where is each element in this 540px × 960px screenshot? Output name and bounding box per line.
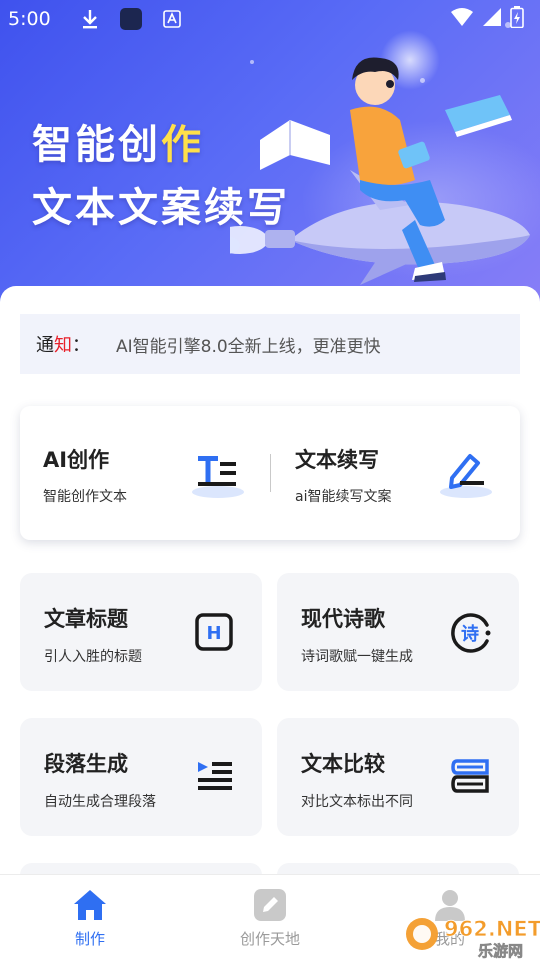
tile-title: 现代诗歌 <box>301 607 385 631</box>
poem-icon: 诗 <box>451 613 491 653</box>
tile-title: 段落生成 <box>44 752 128 776</box>
tile-subtitle: 引人入胜的标题 <box>44 649 142 665</box>
feature-title: AI创作 <box>43 448 110 472</box>
poem-icon-glyph: 诗 <box>461 624 479 645</box>
nav-label: 制作 <box>74 930 105 948</box>
site-watermark: 962.NET 乐游网 <box>406 917 540 960</box>
app-notification-icon <box>119 7 143 31</box>
watermark-brand: 962.NET <box>444 917 540 941</box>
banner-title-highlight: 作 <box>161 122 204 168</box>
feature-title: 文本续写 <box>295 448 379 472</box>
feature-subtitle: 智能创作文本 <box>43 489 127 505</box>
translate-notification-icon <box>162 10 181 28</box>
nav-tab-creation-world[interactable]: 创作天地 <box>210 875 330 960</box>
feature-subtitle: ai智能续写文案 <box>295 489 392 505</box>
heading-icon-glyph: H <box>206 623 221 644</box>
feature-ai-create[interactable]: AI创作 智能创作文本 <box>20 406 270 540</box>
tile-paragraph-generate[interactable]: 段落生成 自动生成合理段落 <box>20 718 262 836</box>
battery-icon <box>510 5 524 33</box>
status-time: 5:00 <box>8 8 51 30</box>
notice-label-highlight: 知 <box>54 335 72 356</box>
main-content: 通知： AI智能引擎8.0全新上线，更准更快 AI创作 智能创作文本 文本续写 … <box>0 286 540 876</box>
notice-bar[interactable]: 通知： AI智能引擎8.0全新上线，更准更快 <box>20 314 520 374</box>
download-icon <box>81 8 99 30</box>
watermark-sub: 乐游网 <box>478 942 523 960</box>
tile-article-title[interactable]: 文章标题 引人入胜的标题 H <box>20 573 262 691</box>
featured-card: AI创作 智能创作文本 文本续写 ai智能续写文案 <box>20 406 520 540</box>
home-icon <box>74 890 106 920</box>
tile-title: 文本比较 <box>301 752 385 776</box>
paragraph-list-icon <box>198 762 232 790</box>
hero-banner[interactable]: 5:00 智能创作 文本文案续写 <box>0 0 540 330</box>
nav-label: 创作天地 <box>239 930 300 948</box>
wifi-icon <box>450 7 474 32</box>
cell-signal-icon <box>482 7 502 32</box>
notice-label: 通 <box>36 335 54 356</box>
banner-illustration <box>230 57 530 285</box>
feature-text-continue[interactable]: 文本续写 ai智能续写文案 <box>270 406 520 540</box>
status-bar: 5:00 <box>0 0 540 38</box>
notice-message: AI智能引擎8.0全新上线，更准更快 <box>116 336 381 357</box>
banner-title-line1: 智能创作 <box>32 112 204 170</box>
heading-h-icon: H <box>195 613 233 651</box>
books-compare-icon <box>451 759 489 793</box>
tile-title: 文章标题 <box>44 607 128 631</box>
notice-colon: ： <box>72 335 90 356</box>
text-format-icon <box>192 456 244 498</box>
banner-title-part1: 智能创 <box>32 122 161 168</box>
tile-modern-poetry[interactable]: 现代诗歌 诗词歌赋一键生成 诗 <box>277 573 519 691</box>
pen-write-icon <box>440 454 492 498</box>
tile-subtitle: 诗词歌赋一键生成 <box>301 649 413 665</box>
edit-icon <box>254 889 286 921</box>
tile-subtitle: 对比文本标出不同 <box>301 794 413 810</box>
tile-subtitle: 自动生成合理段落 <box>44 794 156 810</box>
nav-tab-create[interactable]: 制作 <box>30 875 150 960</box>
tile-text-compare[interactable]: 文本比较 对比文本标出不同 <box>277 718 519 836</box>
